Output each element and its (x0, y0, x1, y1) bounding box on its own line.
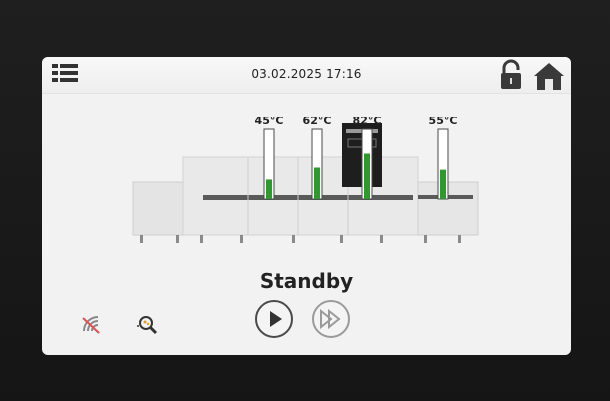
fast-forward-icon[interactable] (311, 299, 351, 339)
diagnostics-icon[interactable] (136, 313, 158, 335)
top-bar: 03.02.2025 17:16 (42, 57, 571, 94)
play-icon[interactable] (254, 299, 294, 339)
wifi-off-icon[interactable] (80, 313, 102, 335)
thermometer-fill-2 (314, 167, 320, 199)
thermometer-fill-3 (364, 153, 370, 199)
lock-icon[interactable] (498, 59, 524, 91)
temperature-label-3: 82°C (353, 117, 382, 127)
thermometer-fill-4 (440, 169, 446, 199)
touch-screen: 03.02.2025 17:16 45°C 62°C 82°C 55°C Sta… (42, 57, 571, 355)
temperature-label-4: 55°C (429, 117, 458, 127)
temperature-label-1: 45°C (255, 117, 284, 127)
dishwasher-diagram: 45°C 62°C 82°C 55°C (132, 117, 479, 243)
thermometer-fill-1 (266, 179, 272, 199)
datetime-display: 03.02.2025 17:16 (251, 67, 362, 81)
temperature-label-2: 62°C (303, 117, 332, 127)
machine-status: Standby (259, 269, 354, 293)
home-icon[interactable] (532, 61, 566, 91)
